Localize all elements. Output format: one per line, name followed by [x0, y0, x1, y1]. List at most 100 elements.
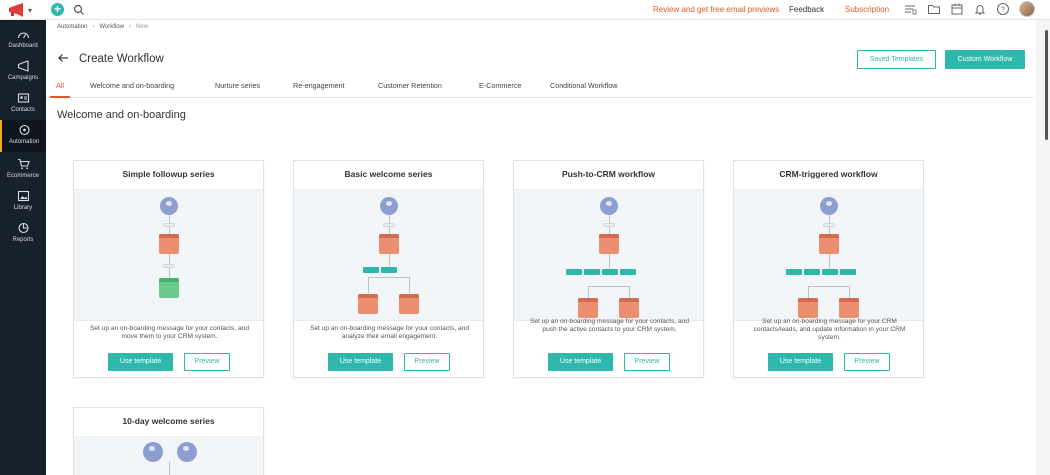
automation-icon [18, 124, 30, 136]
sidebar-item-reports[interactable]: Reports [0, 218, 46, 250]
delay-pill [163, 223, 175, 227]
feedback-link[interactable]: Feedback [789, 4, 824, 15]
create-plus-button[interactable]: + [51, 3, 64, 16]
delay-pill [383, 223, 395, 227]
condition-tag [363, 267, 379, 273]
breadcrumb-workflow[interactable]: Workflow [99, 24, 124, 30]
workflow-preview [74, 436, 263, 475]
section-title: Welcome and on-boarding [57, 109, 186, 121]
template-card[interactable]: CRM-triggered workflow Set up an on-boar… [733, 160, 924, 378]
bell-icon[interactable] [973, 2, 987, 16]
tab-customer-retention[interactable]: Customer Retention [378, 81, 442, 90]
megaphone-icon [17, 60, 29, 72]
sidebar-item-dashboard[interactable]: Dashboard [0, 24, 46, 56]
condition-tag [840, 269, 856, 275]
dashboard-icon [17, 32, 29, 39]
tab-e-commerce[interactable]: E-Commerce [479, 81, 521, 90]
tab-welcome-onboarding[interactable]: Welcome and on-boarding [90, 81, 174, 90]
calendar-icon[interactable] [950, 2, 964, 16]
connector-line [368, 277, 410, 278]
workflow-preview [734, 189, 923, 321]
use-template-button[interactable]: Use template [108, 353, 173, 371]
card-title: Basic welcome series [344, 169, 433, 179]
sidebar-item-ecommerce[interactable]: Ecommerce [0, 154, 46, 186]
email-node-icon [839, 298, 859, 318]
connector-line [409, 277, 410, 293]
cart-icon [17, 158, 30, 170]
help-icon[interactable]: ? [996, 2, 1010, 16]
card-description: Set up an on-boarding message for your c… [309, 325, 470, 340]
card-description: Set up an on-boarding message for your c… [89, 325, 250, 340]
sidebar-item-automation[interactable]: Automation [0, 120, 46, 152]
trigger-node-icon [380, 197, 398, 215]
preview-button[interactable]: Preview [404, 353, 450, 371]
scrollbar-thumb[interactable] [1045, 30, 1048, 140]
connector-line [389, 254, 390, 266]
workflow-preview [74, 189, 263, 321]
chevron-down-icon: ▾ [28, 5, 33, 15]
connector-line [609, 254, 610, 268]
sidebar-item-label: Campaigns [7, 75, 39, 81]
card-title: CRM-triggered workflow [779, 169, 878, 179]
preview-button[interactable]: Preview [624, 353, 670, 371]
review-previews-link[interactable]: Review and get free email previews [653, 4, 779, 15]
template-card[interactable]: Simple followup series Set up an on-boar… [73, 160, 264, 378]
sidebar-item-label: Library [13, 205, 33, 211]
email-node-icon [578, 298, 598, 318]
connector-line [368, 277, 369, 293]
sidebar-item-label: Dashboard [8, 43, 38, 49]
condition-tag [786, 269, 802, 275]
tab-re-engagement[interactable]: Re-engagement [293, 81, 345, 90]
svg-text:?: ? [1001, 7, 1005, 14]
tab-conditional-workflow[interactable]: Conditional Workflow [550, 81, 617, 90]
custom-workflow-button[interactable]: Custom Workflow [945, 50, 1025, 69]
crm-node-icon [159, 278, 179, 298]
preview-button[interactable]: Preview [184, 353, 230, 371]
sidebar-item-label: Reports [12, 237, 34, 243]
template-card[interactable]: Basic welcome series Set up an on-boardi… [293, 160, 484, 378]
tab-all[interactable]: All [56, 81, 64, 90]
user-avatar[interactable] [1019, 1, 1035, 17]
email-node-icon [798, 298, 818, 318]
use-template-button[interactable]: Use template [328, 353, 393, 371]
condition-tag [620, 269, 636, 275]
delay-pill [163, 264, 175, 268]
sidebar-item-library[interactable]: Library [0, 186, 46, 218]
breadcrumb-automation[interactable]: Automation [57, 24, 87, 30]
condition-tag [602, 269, 618, 275]
card-description: Set up an on-boarding message for your C… [753, 318, 906, 341]
connector-line [808, 286, 809, 298]
brand-menu[interactable]: ▾ [8, 2, 40, 18]
delay-pill [823, 223, 835, 227]
email-node-icon [619, 298, 639, 318]
subscription-link[interactable]: Subscription [845, 4, 889, 15]
tab-nurture-series[interactable]: Nurture series [215, 81, 260, 90]
breadcrumb-separator: › [92, 24, 95, 30]
condition-tag [566, 269, 582, 275]
reports-icon [17, 222, 29, 234]
use-template-button[interactable]: Use template [768, 353, 833, 371]
library-icon [17, 190, 29, 202]
email-node-icon [159, 234, 179, 254]
breadcrumb: Automation › Workflow › New [57, 24, 148, 30]
condition-tag [381, 267, 397, 273]
preview-button[interactable]: Preview [844, 353, 890, 371]
sidebar-item-campaigns[interactable]: Campaigns [0, 56, 46, 88]
sidebar-item-contacts[interactable]: Contacts [0, 88, 46, 120]
connector-line [849, 286, 850, 298]
category-tabs: All Welcome and on-boarding Nurture seri… [46, 76, 1034, 98]
template-card[interactable]: Push-to-CRM workflow Set up an on-boardi… [513, 160, 704, 378]
connector-line [829, 254, 830, 268]
use-template-button[interactable]: Use template [548, 353, 613, 371]
megaphone-logo-icon [9, 3, 23, 17]
folder-icon[interactable] [927, 2, 941, 16]
connector-line [629, 286, 630, 298]
saved-templates-button[interactable]: Saved Templates [857, 50, 936, 69]
email-node-icon [819, 234, 839, 254]
template-card[interactable]: 10-day welcome series [73, 407, 264, 475]
filter-list-icon[interactable] [903, 2, 917, 16]
email-node-icon [599, 234, 619, 254]
search-icon[interactable] [72, 3, 86, 17]
card-title: 10-day welcome series [122, 416, 215, 426]
back-arrow-icon[interactable] [57, 52, 69, 64]
